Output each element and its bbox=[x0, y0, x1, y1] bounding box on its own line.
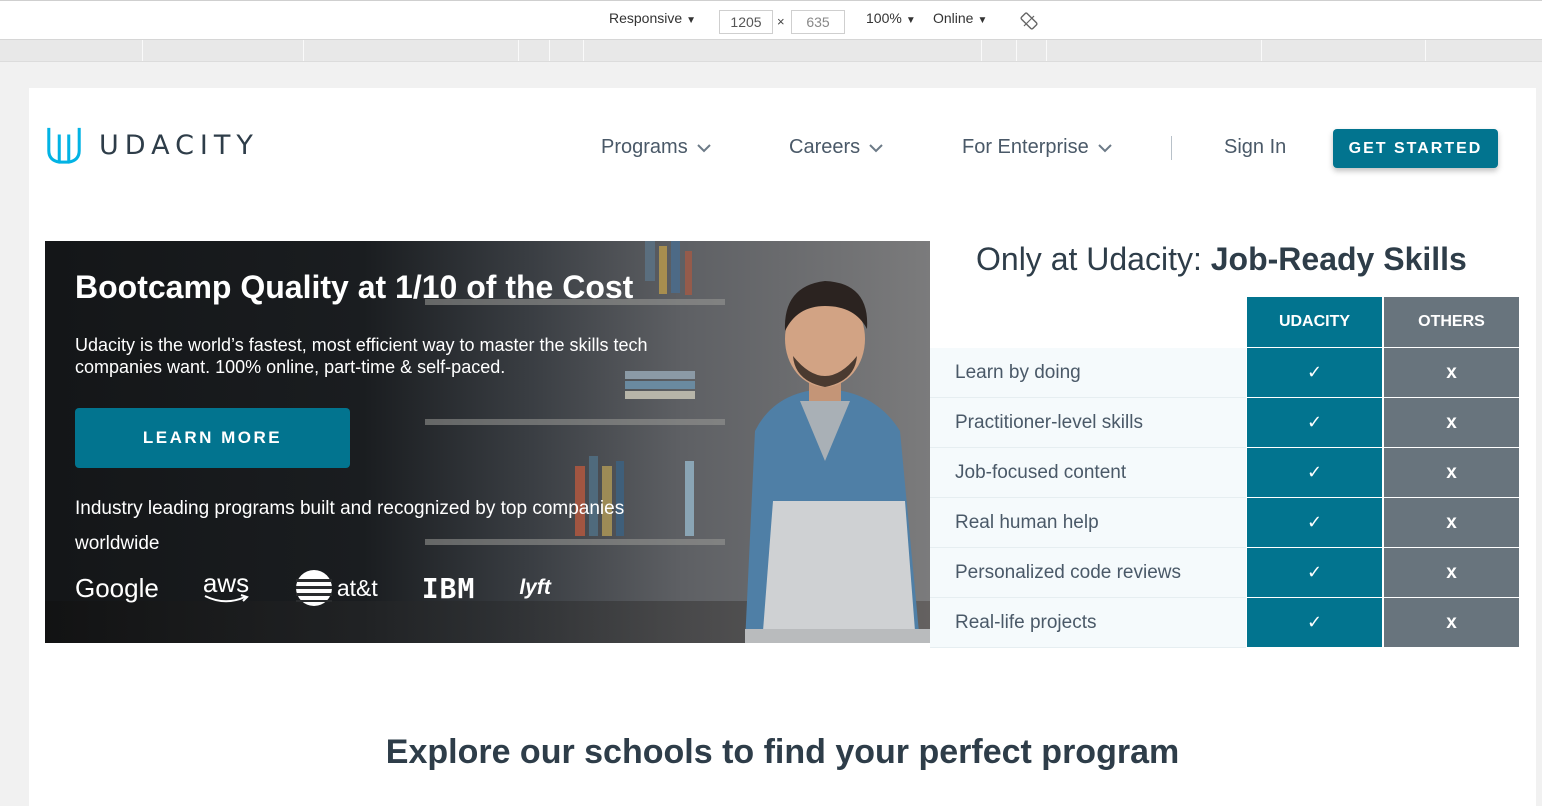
aws-logo: aws bbox=[203, 570, 251, 604]
hero-title: Bootcamp Quality at 1/10 of the Cost bbox=[75, 269, 634, 305]
height-input[interactable]: 635 bbox=[791, 10, 845, 34]
nav-programs[interactable]: Programs bbox=[601, 136, 712, 159]
feature-label: Learn by doing bbox=[955, 361, 1081, 383]
explore-heading: Explore our schools to find your perfect… bbox=[385, 733, 1180, 771]
table-row: Real human help bbox=[930, 498, 1246, 548]
table-row: Job-focused content bbox=[930, 448, 1246, 498]
comparison-title-plain: Only at Udacity: bbox=[976, 241, 1211, 277]
chevron-down-icon: ▼ bbox=[686, 15, 697, 26]
partner-logos: Google aws at&t IBM lyft bbox=[75, 569, 595, 607]
rotate-icon[interactable] bbox=[1020, 12, 1038, 30]
others-column-header: OTHERS bbox=[1384, 297, 1519, 347]
check-icon: ✓ bbox=[1247, 498, 1382, 547]
zoom-select[interactable]: 100% ▼ bbox=[866, 10, 916, 26]
table-row: Practitioner-level skills bbox=[930, 398, 1246, 448]
logo-wordmark: UDACITY bbox=[99, 129, 259, 161]
udacity-logo-icon bbox=[47, 127, 81, 164]
chevron-down-icon bbox=[869, 143, 883, 152]
learn-more-button[interactable]: LEARN MORE bbox=[75, 408, 350, 468]
zoom-select-label: 100% bbox=[866, 10, 902, 26]
chevron-down-icon bbox=[696, 143, 711, 152]
feature-label: Real human help bbox=[955, 511, 1099, 533]
feature-label: Practitioner-level skills bbox=[955, 411, 1143, 433]
check-icon: ✓ bbox=[1247, 398, 1382, 447]
cross-icon: x bbox=[1384, 448, 1519, 497]
chevron-down-icon: ▼ bbox=[977, 15, 988, 26]
hero-partners-text: Industry leading programs built and reco… bbox=[75, 498, 625, 554]
nav-divider bbox=[1171, 136, 1172, 160]
lyft-logo: lyft bbox=[519, 576, 551, 599]
nav-careers[interactable]: Careers bbox=[789, 136, 884, 159]
table-row: Personalized code reviews bbox=[930, 548, 1246, 598]
cross-icon: x bbox=[1384, 348, 1519, 397]
table-row: Learn by doing bbox=[930, 348, 1246, 398]
devtools-toolbar: Responsive ▼ 1205 × 635 100% ▼ Online ▼ bbox=[0, 0, 1542, 40]
cross-icon: x bbox=[1384, 398, 1519, 447]
chevron-down-icon bbox=[1098, 143, 1112, 152]
check-icon: ✓ bbox=[1247, 548, 1382, 597]
feature-label: Job-focused content bbox=[955, 461, 1127, 483]
att-logo-text: at&t bbox=[336, 574, 378, 601]
nav-enterprise-label: For Enterprise bbox=[962, 136, 1089, 158]
google-logo: Google bbox=[75, 572, 159, 603]
hero-banner: Bootcamp Quality at 1/10 of the Cost Uda… bbox=[45, 241, 930, 643]
device-select[interactable]: Responsive ▼ bbox=[609, 10, 696, 26]
feature-label: Personalized code reviews bbox=[955, 561, 1182, 583]
device-select-label: Responsive bbox=[609, 10, 683, 26]
page-viewport: UDACITY Programs Careers For Enterprise … bbox=[29, 88, 1536, 806]
comparison-title-bold: Job-Ready Skills bbox=[1210, 241, 1467, 277]
network-select-label: Online bbox=[933, 10, 974, 26]
aws-logo-text: aws bbox=[202, 568, 250, 598]
hero-description: Udacity is the world’s fastest, most eff… bbox=[75, 335, 648, 377]
att-logo: at&t bbox=[295, 569, 378, 607]
check-icon: ✓ bbox=[1247, 598, 1382, 647]
udacity-column-header: UDACITY bbox=[1247, 297, 1382, 347]
nav-for-enterprise[interactable]: For Enterprise bbox=[962, 136, 1113, 159]
nav-careers-label: Careers bbox=[789, 136, 861, 158]
feature-label: Real-life projects bbox=[955, 611, 1097, 633]
student-with-laptop-image bbox=[745, 281, 930, 643]
ibm-logo: IBM bbox=[421, 571, 476, 605]
dimension-separator: × bbox=[777, 14, 785, 29]
get-started-button[interactable]: GET STARTED bbox=[1333, 129, 1498, 168]
width-input[interactable]: 1205 bbox=[719, 10, 773, 34]
comparison-title: Only at Udacity: Job-Ready Skills bbox=[976, 241, 1467, 278]
att-globe-icon bbox=[295, 570, 332, 606]
table-row: Real-life projects bbox=[930, 598, 1246, 648]
cross-icon: x bbox=[1384, 598, 1519, 647]
nav-programs-label: Programs bbox=[601, 136, 688, 158]
network-select[interactable]: Online ▼ bbox=[933, 10, 987, 26]
chevron-down-icon: ▼ bbox=[905, 15, 916, 26]
check-icon: ✓ bbox=[1247, 448, 1382, 497]
cross-icon: x bbox=[1384, 498, 1519, 547]
check-icon: ✓ bbox=[1247, 348, 1382, 397]
media-query-bar[interactable] bbox=[0, 40, 1542, 62]
sign-in-link[interactable]: Sign In bbox=[1224, 136, 1286, 159]
cross-icon: x bbox=[1384, 548, 1519, 597]
udacity-logo[interactable]: UDACITY bbox=[45, 126, 259, 164]
